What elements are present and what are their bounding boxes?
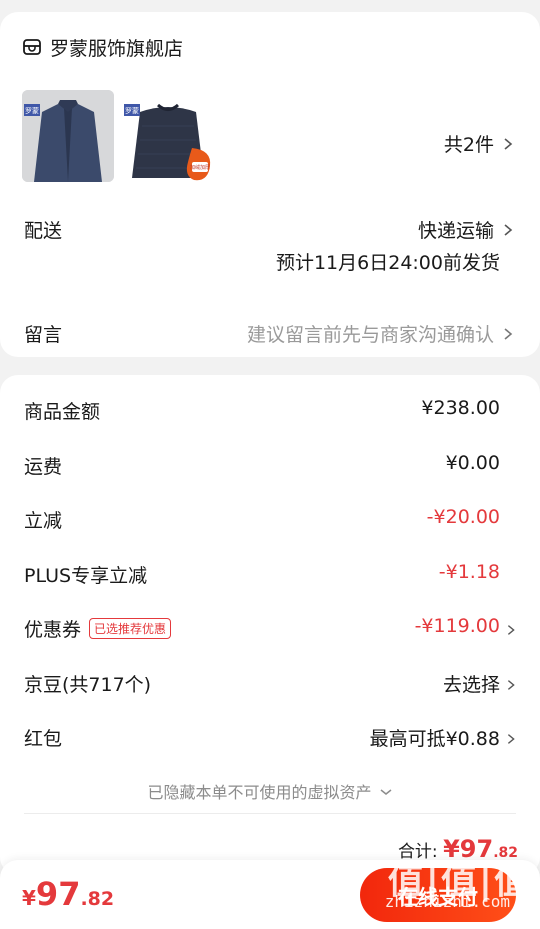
jingdou-value: 去选择 [442, 674, 500, 696]
message-label: 留言 [24, 324, 63, 346]
chevron-right-icon [504, 223, 513, 236]
store-header[interactable]: 罗蒙服饰旗舰店 [22, 34, 183, 60]
svg-text:加绒加厚: 加绒加厚 [190, 164, 210, 171]
goods-amount-value: ¥238.00 [421, 397, 500, 419]
shipping-fee-row: 运费 ¥0.00 [0, 452, 540, 482]
message-placeholder: 建议留言前先与商家沟通确认 [246, 324, 494, 346]
chevron-right-icon [504, 137, 513, 150]
divider [24, 813, 516, 814]
store-icon [23, 39, 41, 55]
jacket-image: 罗蒙 [22, 90, 114, 182]
shipping-fee-label: 运费 [24, 456, 63, 478]
plus-discount-value: -¥1.18 [438, 561, 500, 583]
sweater-image: 罗蒙 加绒加厚 [122, 90, 214, 182]
shipping-fee-value: ¥0.00 [445, 452, 500, 474]
jingdou-row[interactable]: 京豆(共717个) 去选择 [0, 670, 540, 700]
delivery-label: 配送 [24, 220, 63, 242]
product-thumbnail-sweater[interactable]: 罗蒙 加绒加厚 [122, 90, 214, 182]
coupon-recommended-tag: 已选推荐优惠 [89, 618, 172, 639]
svg-text:罗蒙: 罗蒙 [125, 106, 139, 115]
instant-discount-row: 立减 -¥20.00 [0, 506, 540, 536]
hidden-assets-toggle[interactable]: 已隐藏本单不可使用的虚拟资产 [0, 779, 540, 803]
delivery-method-selector[interactable]: 快递运输 [418, 216, 516, 243]
pay-amount-decimal: .82 [80, 888, 115, 910]
instant-discount-label: 立减 [24, 510, 63, 532]
delivery-method: 快递运输 [417, 220, 494, 242]
chevron-right-icon [507, 680, 515, 690]
red-packet-label: 红包 [24, 728, 63, 750]
red-packet-row[interactable]: 红包 最高可抵¥0.88 [0, 724, 540, 754]
chevron-right-icon [507, 625, 515, 635]
chevron-right-icon [504, 327, 513, 340]
message-input[interactable]: 建议留言前先与商家沟通确认 [247, 320, 516, 347]
watermark-url: zhizhizhi.com [384, 892, 510, 911]
coupon-label: 优惠券 [24, 619, 82, 641]
goods-amount-row: 商品金额 ¥238.00 [0, 397, 540, 427]
pay-amount-integer: 97 [35, 875, 81, 913]
store-name: 罗蒙服饰旗舰店 [50, 37, 184, 60]
product-count: 共2件 [443, 134, 494, 156]
delivery-eta: 预计11月6日24:00前发货 [275, 252, 500, 274]
jingdou-label: 京豆(共717个) [24, 674, 152, 696]
plus-discount-label: PLUS专享立减 [24, 565, 148, 587]
product-thumbnail-jacket[interactable]: 罗蒙 [22, 90, 114, 182]
pay-currency: ¥ [22, 886, 36, 910]
coupon-value: -¥119.00 [414, 615, 500, 637]
product-count-link[interactable]: 共2件 [444, 130, 516, 157]
coupon-row[interactable]: 优惠券 已选推荐优惠 -¥119.00 [0, 615, 540, 645]
svg-text:罗蒙: 罗蒙 [25, 106, 39, 115]
instant-discount-value: -¥20.00 [426, 506, 500, 528]
order-card: 罗蒙服饰旗舰店 罗蒙 罗蒙 加绒加厚 共2件 配送 快递运输 预计11月6日24… [0, 12, 540, 357]
goods-amount-label: 商品金额 [24, 401, 101, 423]
red-packet-value: 最高可抵¥0.88 [369, 728, 500, 750]
hidden-assets-note: 已隐藏本单不可使用的虚拟资产 [147, 783, 372, 802]
plus-discount-row: PLUS专享立减 -¥1.18 [0, 561, 540, 591]
chevron-down-icon [380, 789, 392, 795]
pay-amount: ¥97.82 [22, 875, 114, 913]
coupon-label-group: 优惠券 已选推荐优惠 [24, 615, 172, 642]
chevron-right-icon [507, 734, 515, 744]
price-card: 商品金额 ¥238.00 运费 ¥0.00 立减 -¥20.00 PLUS专享立… [0, 375, 540, 875]
